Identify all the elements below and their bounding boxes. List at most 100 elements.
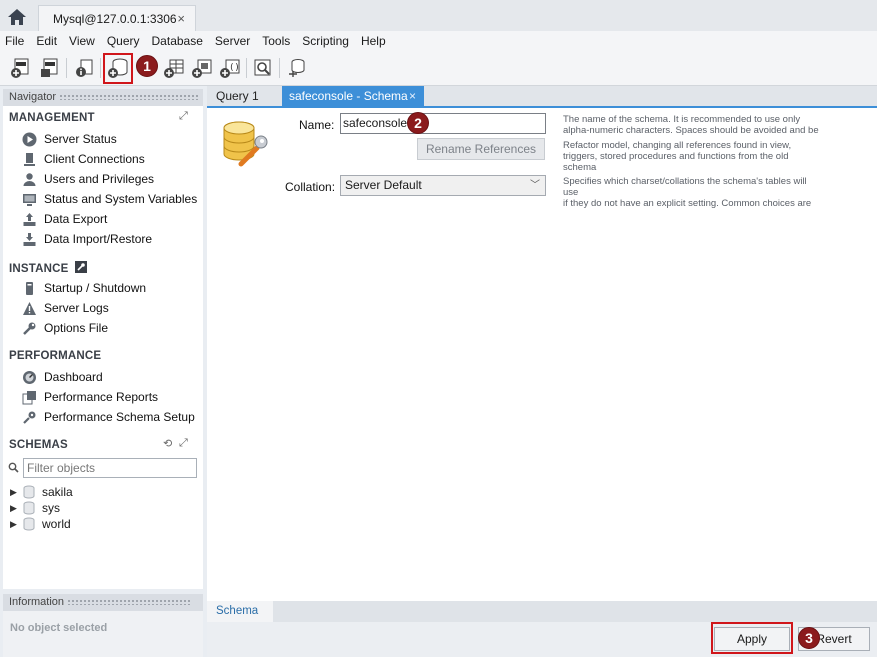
schema-inspector-button[interactable] xyxy=(72,56,96,80)
nav-performance-schema-setup[interactable]: Performance Schema Setup xyxy=(21,407,195,427)
expand-arrow-icon[interactable]: ▶ xyxy=(10,519,22,530)
create-procedure-button[interactable]: () xyxy=(218,56,242,80)
warning-icon xyxy=(22,301,36,315)
title-bar: Mysql@127.0.0.1:3306 × xyxy=(0,0,877,31)
menu-help[interactable]: Help xyxy=(355,31,392,51)
nav-client-connections[interactable]: Client Connections xyxy=(21,149,145,169)
search-table-data-icon xyxy=(254,59,271,76)
close-icon[interactable]: × xyxy=(177,11,185,26)
schema-editor-panel: Name: safeconsole Rename References Coll… xyxy=(207,108,877,601)
create-view-button[interactable] xyxy=(190,56,214,80)
nav-server-status[interactable]: Server Status xyxy=(21,129,117,149)
search-table-data-button[interactable] xyxy=(251,56,275,80)
chevron-down-icon: ﹀ xyxy=(530,180,540,191)
refresh-icon[interactable]: ⟲ xyxy=(163,437,172,450)
navigator-panel: MANAGEMENT ⤢ Server Status Client Connec… xyxy=(3,106,203,589)
create-schema-highlight xyxy=(103,53,133,84)
nav-users-privileges[interactable]: Users and Privileges xyxy=(21,169,154,189)
bottom-tab-bar: Schema xyxy=(207,601,877,622)
create-table-button[interactable] xyxy=(162,56,186,80)
close-icon[interactable]: × xyxy=(409,86,416,106)
information-panel: No object selected xyxy=(3,611,203,657)
menu-database[interactable]: Database xyxy=(146,31,209,51)
nav-startup-shutdown[interactable]: Startup / Shutdown xyxy=(21,278,146,298)
name-label: Name: xyxy=(299,118,335,132)
menu-view[interactable]: View xyxy=(63,31,101,51)
search-icon xyxy=(8,462,19,473)
tab-query-1[interactable]: Query 1 xyxy=(207,86,279,106)
instance-section-title: INSTANCE xyxy=(9,261,87,275)
tab-schema-editor[interactable]: safeconsole - Schema × xyxy=(282,86,424,106)
collation-label: Collation: xyxy=(285,180,336,194)
connection-tab-label: Mysql@127.0.0.1:3306 xyxy=(53,11,177,26)
dashboard-icon xyxy=(22,370,36,384)
collation-help-text: Specifies which charset/collations the s… xyxy=(563,176,812,209)
new-sql-tab-button[interactable] xyxy=(8,56,32,80)
export-icon xyxy=(23,212,35,226)
nav-data-export[interactable]: Data Export xyxy=(21,209,107,229)
display-icon xyxy=(22,193,36,206)
nav-status-variables[interactable]: Status and System Variables xyxy=(21,189,197,209)
home-button[interactable] xyxy=(2,4,32,30)
schema-sakila[interactable]: ▶ sakila xyxy=(10,484,73,500)
database-icon xyxy=(23,501,35,515)
performance-section-title: PERFORMANCE xyxy=(9,350,102,362)
menu-edit[interactable]: Edit xyxy=(30,31,63,51)
schema-name-input[interactable]: safeconsole xyxy=(340,113,546,134)
collation-select[interactable]: Server Default ﹀ xyxy=(340,175,546,196)
management-section-title: MANAGEMENT xyxy=(9,112,95,124)
name-help-text: The name of the schema. It is recommende… xyxy=(563,114,819,136)
filter-objects-input[interactable]: Filter objects xyxy=(23,458,197,478)
import-icon xyxy=(23,232,35,246)
create-view-icon xyxy=(192,59,212,78)
schemas-section-title: SCHEMAS xyxy=(9,439,68,451)
step-badge-2: 2 xyxy=(407,112,429,134)
wrench-badge-icon xyxy=(74,261,87,273)
monitor-icon xyxy=(23,152,35,166)
open-sql-script-icon xyxy=(41,58,58,77)
information-text: No object selected xyxy=(10,622,108,634)
database-icon xyxy=(23,485,35,499)
menu-query[interactable]: Query xyxy=(101,31,146,51)
editor-tab-bar: Query 1 safeconsole - Schema × xyxy=(207,86,877,106)
reconnect-button[interactable] xyxy=(285,56,309,80)
expand-arrow-icon[interactable]: ▶ xyxy=(10,503,22,514)
settings-icon xyxy=(22,411,35,424)
create-table-icon xyxy=(164,59,184,78)
menu-scripting[interactable]: Scripting xyxy=(296,31,355,51)
nav-data-import[interactable]: Data Import/Restore xyxy=(21,229,152,249)
navigator-header: Navigator xyxy=(3,89,203,106)
svg-text:(): () xyxy=(229,63,240,73)
nav-dashboard[interactable]: Dashboard xyxy=(21,367,103,387)
nav-server-logs[interactable]: Server Logs xyxy=(21,298,109,318)
play-icon xyxy=(22,132,36,146)
expand-icon[interactable]: ⤢ xyxy=(179,110,188,123)
new-sql-tab-icon xyxy=(11,58,29,78)
reports-icon xyxy=(22,390,36,404)
expand-schemas-icon[interactable]: ⤢ xyxy=(179,437,188,450)
menu-bar: File Edit View Query Database Server Too… xyxy=(0,31,877,51)
menu-server[interactable]: Server xyxy=(209,31,256,51)
rename-help-text: Refactor model, changing all references … xyxy=(563,140,792,173)
schema-world[interactable]: ▶ world xyxy=(10,516,71,532)
menu-file[interactable]: File xyxy=(0,31,30,51)
schema-sys[interactable]: ▶ sys xyxy=(10,500,60,516)
user-icon xyxy=(23,172,35,186)
information-header: Information xyxy=(3,594,203,611)
nav-options-file[interactable]: Options File xyxy=(21,318,108,338)
tab-schema[interactable]: Schema xyxy=(207,601,273,622)
step-badge-1: 1 xyxy=(136,55,158,77)
server-icon xyxy=(25,281,33,295)
menu-tools[interactable]: Tools xyxy=(256,31,296,51)
apply-highlight xyxy=(711,622,793,654)
wrench-icon xyxy=(22,322,35,335)
create-procedure-icon: () xyxy=(220,59,240,78)
schema-database-icon xyxy=(223,121,268,167)
home-icon xyxy=(8,9,26,25)
expand-arrow-icon[interactable]: ▶ xyxy=(10,487,22,498)
open-sql-script-button[interactable] xyxy=(37,56,61,80)
connection-tab[interactable]: Mysql@127.0.0.1:3306 × xyxy=(38,5,196,31)
rename-references-button[interactable]: Rename References xyxy=(417,138,545,160)
nav-performance-reports[interactable]: Performance Reports xyxy=(21,387,158,407)
step-badge-3: 3 xyxy=(798,627,820,649)
